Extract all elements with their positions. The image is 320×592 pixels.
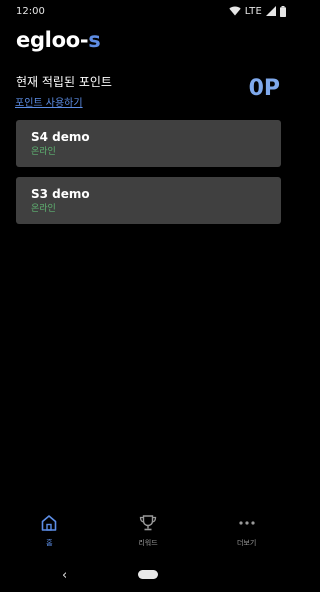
- battery-icon: [280, 5, 286, 17]
- app-logo: egloo-s: [16, 28, 101, 52]
- nav-home[interactable]: 홈: [9, 512, 89, 552]
- device-name: S3 demo: [31, 187, 90, 201]
- nav-home-label: 홈: [46, 539, 53, 547]
- points-value: 0P: [248, 76, 280, 101]
- device-status: 온라인: [31, 204, 56, 214]
- home-icon: [42, 515, 57, 531]
- nav-more-label: 더보기: [236, 539, 257, 547]
- nav-rewards-label: 리워드: [138, 539, 158, 547]
- use-points-link[interactable]: 포인트 사용하기: [15, 94, 83, 109]
- trophy-icon: [139, 515, 157, 531]
- signal-icon: [266, 6, 276, 16]
- points-label: 현재 적립된 포인트: [16, 75, 112, 89]
- nav-rewards[interactable]: 리워드: [108, 512, 188, 552]
- bottom-nav: 홈 리워드 더보기: [0, 512, 296, 552]
- status-time: 12:00: [16, 5, 45, 17]
- status-icons: LTE: [229, 5, 286, 17]
- device-status: 온라인: [31, 147, 56, 157]
- back-icon[interactable]: ‹: [62, 568, 67, 583]
- more-icon: [239, 521, 255, 525]
- home-pill-icon[interactable]: [138, 570, 158, 579]
- device-card-s3[interactable]: S3 demo 온라인: [16, 177, 281, 224]
- wifi-icon: [229, 6, 241, 16]
- system-nav: ‹: [0, 562, 296, 592]
- device-name: S4 demo: [31, 130, 90, 144]
- logo-text: egloo-: [16, 28, 89, 52]
- nav-more[interactable]: 더보기: [207, 512, 287, 552]
- status-bar: 12:00 LTE: [0, 0, 296, 22]
- network-type: LTE: [244, 5, 262, 17]
- device-card-s4[interactable]: S4 demo 온라인: [16, 120, 281, 167]
- logo-accent: s: [88, 28, 101, 52]
